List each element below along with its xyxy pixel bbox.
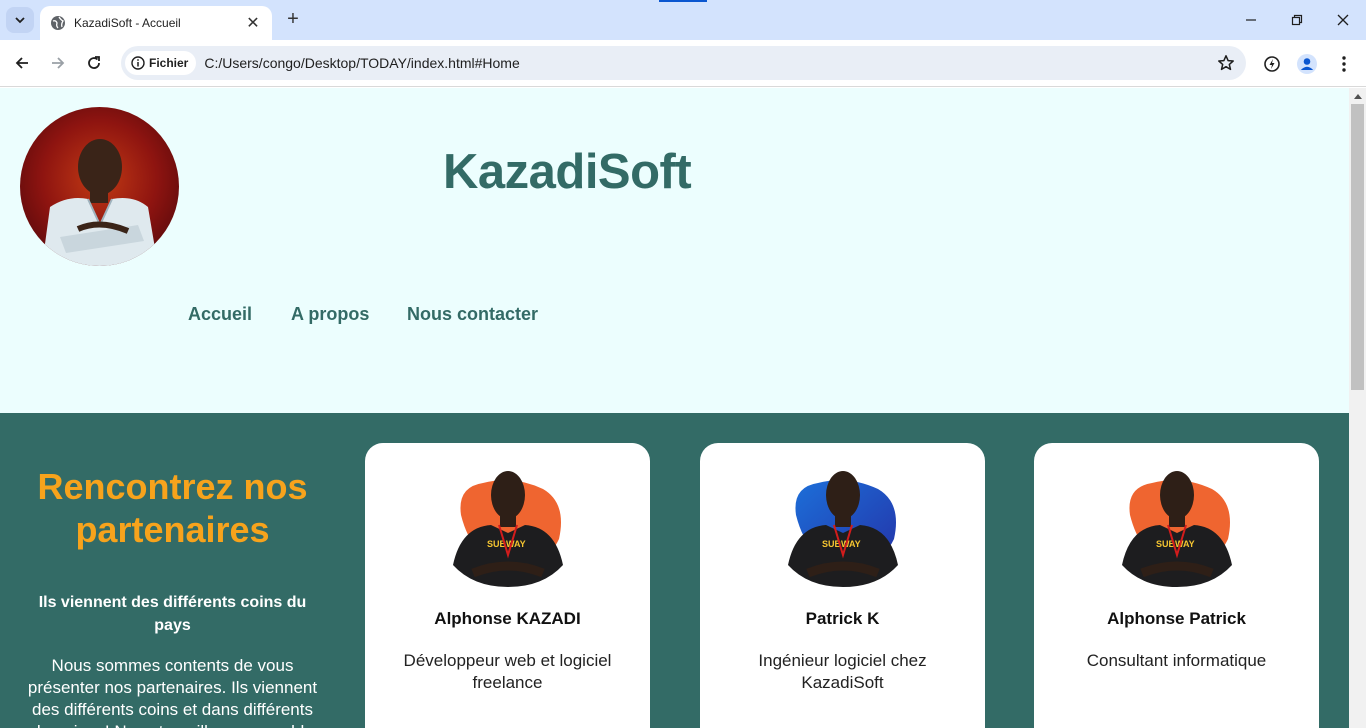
nav-link-contact[interactable]: Nous contacter <box>407 304 538 325</box>
close-icon <box>1337 14 1349 26</box>
reload-icon <box>88 56 100 69</box>
partners-section: Rencontrez nos partenaires Ils viennent … <box>0 413 1349 728</box>
partners-subtitle: Ils viennent des différents coins du pay… <box>38 594 307 634</box>
partner-card: SUBWAY Alphonse Patrick Consultant infor… <box>1034 443 1319 728</box>
page-viewport: KazadiSoft Accueil A propos Nous contact… <box>0 88 1349 728</box>
globe-icon <box>50 15 66 31</box>
partner-role: Ingénieur logiciel chez KazadiSoft <box>758 651 927 692</box>
kebab-menu-icon <box>1342 56 1346 72</box>
partner-role: Consultant informatique <box>1086 651 1267 670</box>
restore-icon <box>1291 14 1303 26</box>
new-tab-button[interactable]: + <box>282 8 304 30</box>
arrow-right-icon <box>52 57 65 69</box>
browser-tab-bar: KazadiSoft - Accueil ✕ + <box>0 0 1366 40</box>
chip-label: Fichier <box>149 56 189 70</box>
menu-button[interactable] <box>1331 51 1357 77</box>
partner-name: Patrick K <box>805 609 880 628</box>
arrow-left-icon <box>15 57 28 69</box>
back-button[interactable] <box>8 49 36 77</box>
partner-photo: SUBWAY <box>443 455 573 587</box>
partners-title: Rencontrez nos partenaires <box>37 466 308 550</box>
close-tab-icon[interactable]: ✕ <box>244 14 262 32</box>
tab-search-button[interactable] <box>6 7 34 33</box>
close-window-button[interactable] <box>1320 0 1366 40</box>
minimize-button[interactable] <box>1228 0 1274 40</box>
browser-toolbar: Fichier C:/Users/congo/Desktop/TODAY/ind… <box>0 40 1366 87</box>
bookmark-star-icon[interactable] <box>1214 51 1238 75</box>
site-header: KazadiSoft Accueil A propos Nous contact… <box>0 88 1349 413</box>
extensions-button[interactable] <box>1259 51 1285 77</box>
url-text[interactable]: C:/Users/congo/Desktop/TODAY/index.html#… <box>204 55 1214 71</box>
minimize-icon <box>1246 19 1256 21</box>
partner-name: Alphonse KAZADI <box>434 609 581 628</box>
partner-role: Développeur web et logiciel freelance <box>403 651 612 692</box>
address-bar[interactable]: Fichier C:/Users/congo/Desktop/TODAY/ind… <box>121 46 1246 80</box>
partner-photo: SUBWAY <box>1112 455 1242 587</box>
nav-link-accueil[interactable]: Accueil <box>188 304 252 325</box>
profile-button[interactable] <box>1294 51 1320 77</box>
chevron-down-icon <box>15 17 25 24</box>
nav-link-a-propos[interactable]: A propos <box>291 304 369 325</box>
profile-photo <box>20 107 179 266</box>
partner-card: SUBWAY Alphonse KAZADI Développeur web e… <box>365 443 650 728</box>
partners-description: Nous sommes contents de vous présenter n… <box>27 656 318 728</box>
restore-button[interactable] <box>1274 0 1320 40</box>
performance-icon <box>1264 56 1280 72</box>
forward-button[interactable] <box>44 49 72 77</box>
info-icon <box>131 56 145 70</box>
profile-icon <box>1297 54 1317 74</box>
site-title: KazadiSoft <box>443 145 692 199</box>
browser-tab-active[interactable]: KazadiSoft - Accueil ✕ <box>40 6 272 40</box>
partner-card: SUBWAY Patrick K Ingénieur logiciel chez… <box>700 443 985 728</box>
tab-title: KazadiSoft - Accueil <box>74 16 181 30</box>
tab-strip-indicator <box>659 0 707 2</box>
scrollbar-thumb[interactable] <box>1351 104 1364 390</box>
site-info-chip[interactable]: Fichier <box>125 51 197 75</box>
partner-name: Alphonse Patrick <box>1107 609 1246 628</box>
scroll-up-arrow-icon[interactable] <box>1349 88 1366 104</box>
vertical-scrollbar[interactable] <box>1349 88 1366 728</box>
partner-photo: SUBWAY <box>778 455 908 587</box>
reload-button[interactable] <box>80 49 108 77</box>
